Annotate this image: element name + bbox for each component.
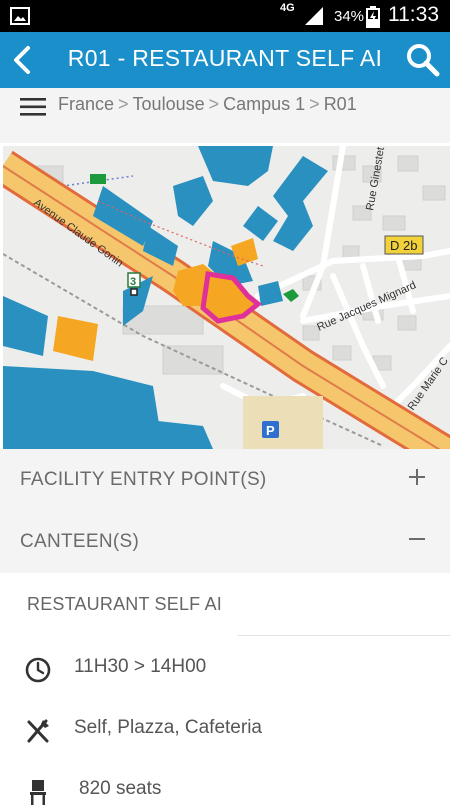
breadcrumb: France > Toulouse > Campus 1 > R01 xyxy=(58,94,357,115)
page-title: R01 - RESTAURANT SELF AI xyxy=(67,45,383,71)
breadcrumb-item-france[interactable]: France xyxy=(58,94,114,114)
back-arrow-icon[interactable] xyxy=(6,42,42,78)
breadcrumb-separator: > xyxy=(309,94,320,114)
breadcrumb-item-current: R01 xyxy=(323,94,357,114)
chair-icon xyxy=(30,780,46,805)
map-badge-d2b: D 2b xyxy=(390,238,417,253)
clock-time: 11:33 xyxy=(388,3,439,26)
battery-percent: 34% xyxy=(334,8,365,25)
opening-hours: 11H30 > 14H00 xyxy=(74,656,207,677)
breadcrumb-separator: > xyxy=(208,94,220,114)
section-label: FACILITY ENTRY POINT(S) xyxy=(20,469,267,490)
app-bar: R01 - RESTAURANT SELF AI xyxy=(0,32,450,88)
signal-icon xyxy=(305,7,323,25)
divider xyxy=(238,635,450,636)
clock-icon xyxy=(25,657,51,683)
types-row: Self, Plazza, Cafeteria xyxy=(0,709,450,749)
map-badge-3: 3 xyxy=(130,276,136,288)
status-bar: 4G 34% 11:33 xyxy=(0,0,450,32)
hours-row: 11H30 > 14H00 xyxy=(0,648,450,688)
section-label: CANTEEN(S) xyxy=(20,531,140,552)
minus-icon[interactable] xyxy=(406,528,428,550)
map-canvas: Avenue Claude Gonin Rue Ginestet Rue Jac… xyxy=(3,146,450,449)
breadcrumb-item-toulouse[interactable]: Toulouse xyxy=(133,94,205,114)
breadcrumb-separator: > xyxy=(118,94,129,114)
search-icon[interactable] xyxy=(404,41,442,79)
canteen-detail: RESTAURANT SELF AI 11H30 > 14H00 Self, P… xyxy=(0,574,450,805)
menu-icon[interactable] xyxy=(20,96,46,118)
gallery-icon xyxy=(10,7,30,25)
campus-map[interactable]: Avenue Claude Gonin Rue Ginestet Rue Jac… xyxy=(3,146,450,449)
network-type: 4G xyxy=(280,2,295,14)
breadcrumb-bar: France > Toulouse > Campus 1 > R01 xyxy=(0,88,450,143)
utensils-icon xyxy=(27,719,49,743)
seat-count: 820 seats xyxy=(79,778,162,799)
map-badge-parking: P xyxy=(266,423,275,438)
breadcrumb-item-campus[interactable]: Campus 1 xyxy=(223,94,305,114)
seats-row: 820 seats xyxy=(0,770,450,810)
battery-icon xyxy=(366,6,380,28)
canteen-types: Self, Plazza, Cafeteria xyxy=(74,717,262,738)
section-facility-entry-points[interactable]: FACILITY ENTRY POINT(S) xyxy=(0,449,450,511)
section-canteens[interactable]: CANTEEN(S) xyxy=(0,511,450,573)
plus-icon[interactable] xyxy=(406,466,428,488)
canteen-name[interactable]: RESTAURANT SELF AI xyxy=(27,594,222,615)
